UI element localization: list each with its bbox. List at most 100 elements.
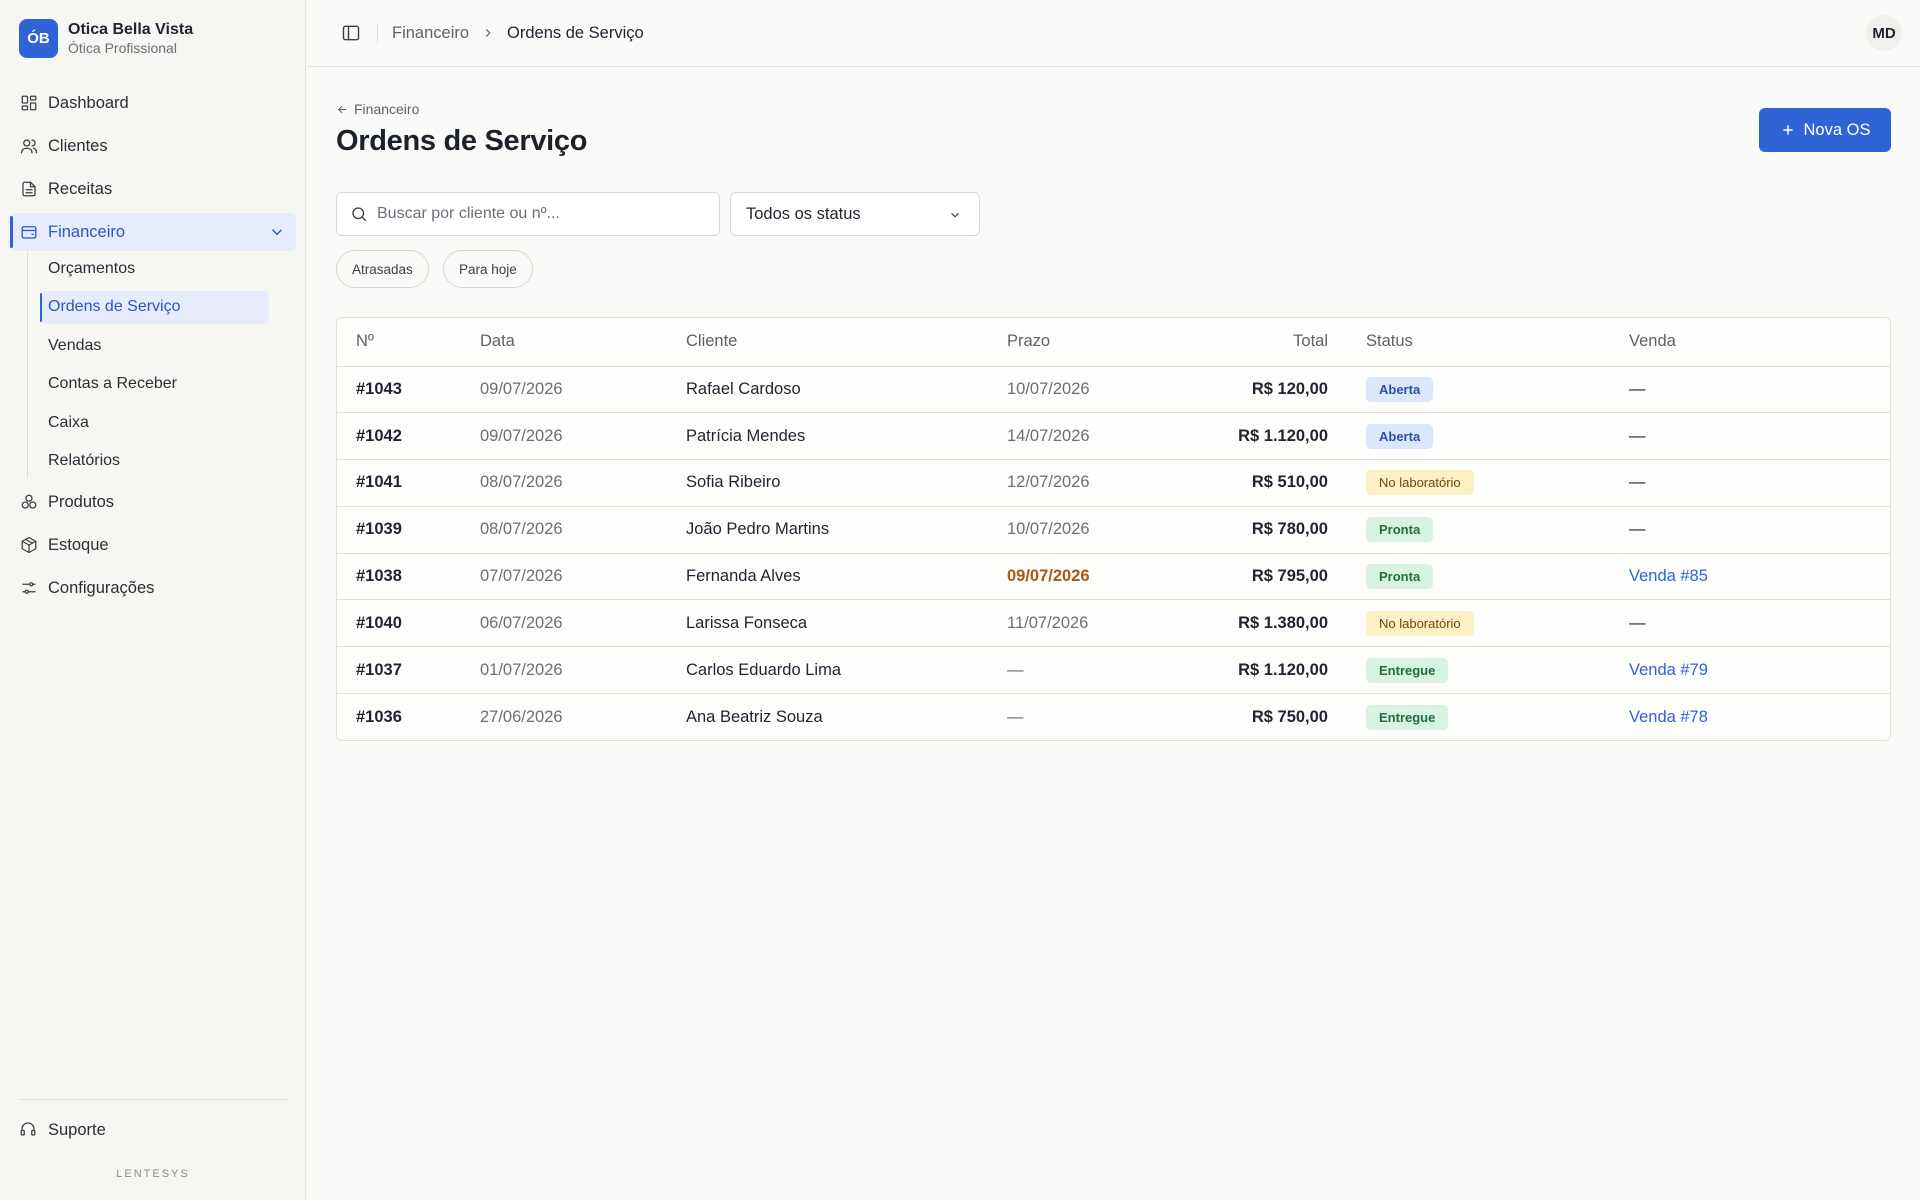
column-header[interactable]: Prazo (1007, 318, 1147, 367)
column-header[interactable]: Venda (1629, 318, 1890, 367)
order-sale: — (1629, 366, 1890, 414)
order-total: R$ 795,00 (1147, 553, 1366, 601)
sidebar-nav: Dashboard Clientes Receitas Financeiro O… (10, 84, 296, 612)
sliders-icon (19, 578, 39, 598)
status-badge: Pronta (1366, 564, 1434, 590)
order-deadline: 12/07/2026 (1007, 459, 1147, 507)
order-sale-cell: Venda #79 (1629, 646, 1890, 695)
table-header-row: Nº Data Cliente Prazo Total Status Venda (337, 318, 1890, 367)
order-date: 09/07/2026 (480, 412, 686, 461)
avatar[interactable]: MD (1866, 15, 1902, 51)
back-link[interactable]: Financeiro (336, 101, 419, 117)
divider (377, 23, 378, 43)
order-number: #1037 (337, 646, 480, 695)
order-client: Sofia Ribeiro (686, 459, 1007, 507)
order-number: #1041 (337, 459, 480, 507)
column-header[interactable]: Total (1147, 318, 1366, 367)
order-deadline: — (1007, 646, 1147, 695)
order-deadline: 10/07/2026 (1007, 366, 1147, 414)
order-client: Carlos Eduardo Lima (686, 646, 1007, 695)
sidebar-item-financeiro[interactable]: Financeiro (10, 213, 296, 251)
new-os-label: Nova OS (1803, 120, 1871, 139)
order-date: 06/07/2026 (480, 599, 686, 648)
table-row[interactable]: #1039 08/07/2026 João Pedro Martins 10/0… (337, 506, 1890, 554)
table-row[interactable]: #1037 01/07/2026 Carlos Eduardo Lima — R… (337, 646, 1890, 695)
chip-atrasadas[interactable]: Atrasadas (336, 250, 429, 288)
sidebar-item-label: Configurações (48, 578, 155, 597)
table-row[interactable]: #1043 09/07/2026 Rafael Cardoso 10/07/20… (337, 366, 1890, 414)
status-badge: Pronta (1366, 517, 1434, 543)
sidebar-item-receitas[interactable]: Receitas (10, 170, 296, 208)
order-sale: — (1629, 506, 1890, 554)
column-header[interactable]: Cliente (686, 318, 1007, 367)
sidebar-item-estoque[interactable]: Estoque (10, 526, 296, 564)
support-label: Suporte (48, 1120, 106, 1139)
sidebar-item-dashboard[interactable]: Dashboard (10, 84, 296, 122)
order-sale: — (1629, 599, 1890, 648)
sidebar-toggle-icon (342, 25, 360, 41)
status-badge: Entregue (1366, 657, 1449, 683)
headset-icon (19, 1120, 39, 1140)
table-row[interactable]: #1040 06/07/2026 Larissa Fonseca 11/07/2… (337, 599, 1890, 648)
brand-logo: ÓB (19, 19, 58, 58)
breadcrumb-financeiro[interactable]: Financeiro (392, 24, 469, 43)
submenu-item-contas-a-receber[interactable]: Contas a Receber (40, 368, 269, 401)
order-number: #1038 (337, 553, 480, 601)
table-row[interactable]: #1036 27/06/2026 Ana Beatriz Souza — R$ … (337, 694, 1890, 741)
sale-link[interactable]: Venda #79 (1629, 661, 1708, 679)
sidebar-toggle-button[interactable] (333, 15, 369, 51)
new-os-button[interactable]: Nova OS (1759, 108, 1891, 152)
package-icon (19, 535, 39, 555)
submenu-item-orcamentos[interactable]: Orçamentos (40, 252, 269, 285)
support-link[interactable]: Suporte (19, 1118, 287, 1142)
order-status-cell: Aberta (1366, 412, 1629, 461)
order-sale: — (1629, 459, 1890, 507)
order-status-cell: No laboratório (1366, 599, 1629, 648)
order-deadline-overdue: 09/07/2026 (1007, 553, 1147, 601)
sale-link[interactable]: Venda #78 (1629, 708, 1708, 726)
breadcrumb-current: Ordens de Serviço (507, 23, 644, 42)
column-header[interactable]: Status (1366, 318, 1629, 367)
chip-para-hoje[interactable]: Para hoje (443, 250, 533, 288)
status-select-value: Todos os status (746, 204, 861, 223)
search-icon (352, 207, 367, 222)
order-client: Fernanda Alves (686, 553, 1007, 601)
sidebar-item-label: Produtos (48, 492, 115, 511)
submenu-item-ordens-de-servico[interactable]: Ordens de Serviço (40, 290, 269, 324)
order-total: R$ 750,00 (1251, 707, 1328, 726)
file-icon (19, 179, 39, 199)
column-header[interactable]: Data (480, 318, 686, 367)
sidebar-item-produtos[interactable]: Produtos (10, 483, 296, 521)
order-client: Ana Beatriz Souza (686, 707, 823, 726)
table-row[interactable]: #1041 08/07/2026 Sofia Ribeiro 12/07/202… (337, 459, 1890, 507)
submenu-item-vendas[interactable]: Vendas (40, 329, 269, 362)
order-date: 27/06/2026 (480, 707, 563, 726)
sidebar-item-label: Estoque (48, 535, 109, 554)
table-row[interactable]: #1038 07/07/2026 Fernanda Alves 09/07/20… (337, 553, 1890, 601)
order-status-cell: Aberta (1366, 366, 1629, 414)
sidebar-item-clientes[interactable]: Clientes (10, 127, 296, 165)
column-header[interactable]: Nº (337, 318, 480, 367)
submenu-item-relatorios[interactable]: Relatórios (40, 445, 269, 478)
order-date: 07/07/2026 (480, 553, 686, 601)
status-badge: No laboratório (1366, 610, 1474, 636)
order-number: #1040 (337, 599, 480, 648)
order-deadline: — (1007, 707, 1024, 726)
back-label: Financeiro (354, 101, 420, 117)
wallet-icon (19, 222, 39, 242)
order-total: R$ 120,00 (1147, 366, 1366, 414)
order-client: Patrícia Mendes (686, 412, 1007, 461)
order-date: 01/07/2026 (480, 646, 686, 695)
search-box (336, 192, 720, 236)
order-deadline: 11/07/2026 (1007, 599, 1147, 648)
table-row[interactable]: #1042 09/07/2026 Patrícia Mendes 14/07/2… (337, 412, 1890, 461)
submenu-item-caixa[interactable]: Caixa (40, 406, 269, 439)
sidebar-item-configuracoes[interactable]: Configurações (10, 569, 296, 607)
status-badge: Entregue (1366, 704, 1449, 730)
status-select[interactable]: Todos os status (730, 192, 980, 236)
chevron-down-icon[interactable] (268, 223, 286, 241)
search-input[interactable] (377, 205, 697, 223)
brand[interactable]: ÓB Otica Bella Vista Ótica Profissional (19, 19, 193, 58)
sale-link[interactable]: Venda #85 (1629, 567, 1708, 585)
order-total: R$ 1.120,00 (1147, 646, 1366, 695)
